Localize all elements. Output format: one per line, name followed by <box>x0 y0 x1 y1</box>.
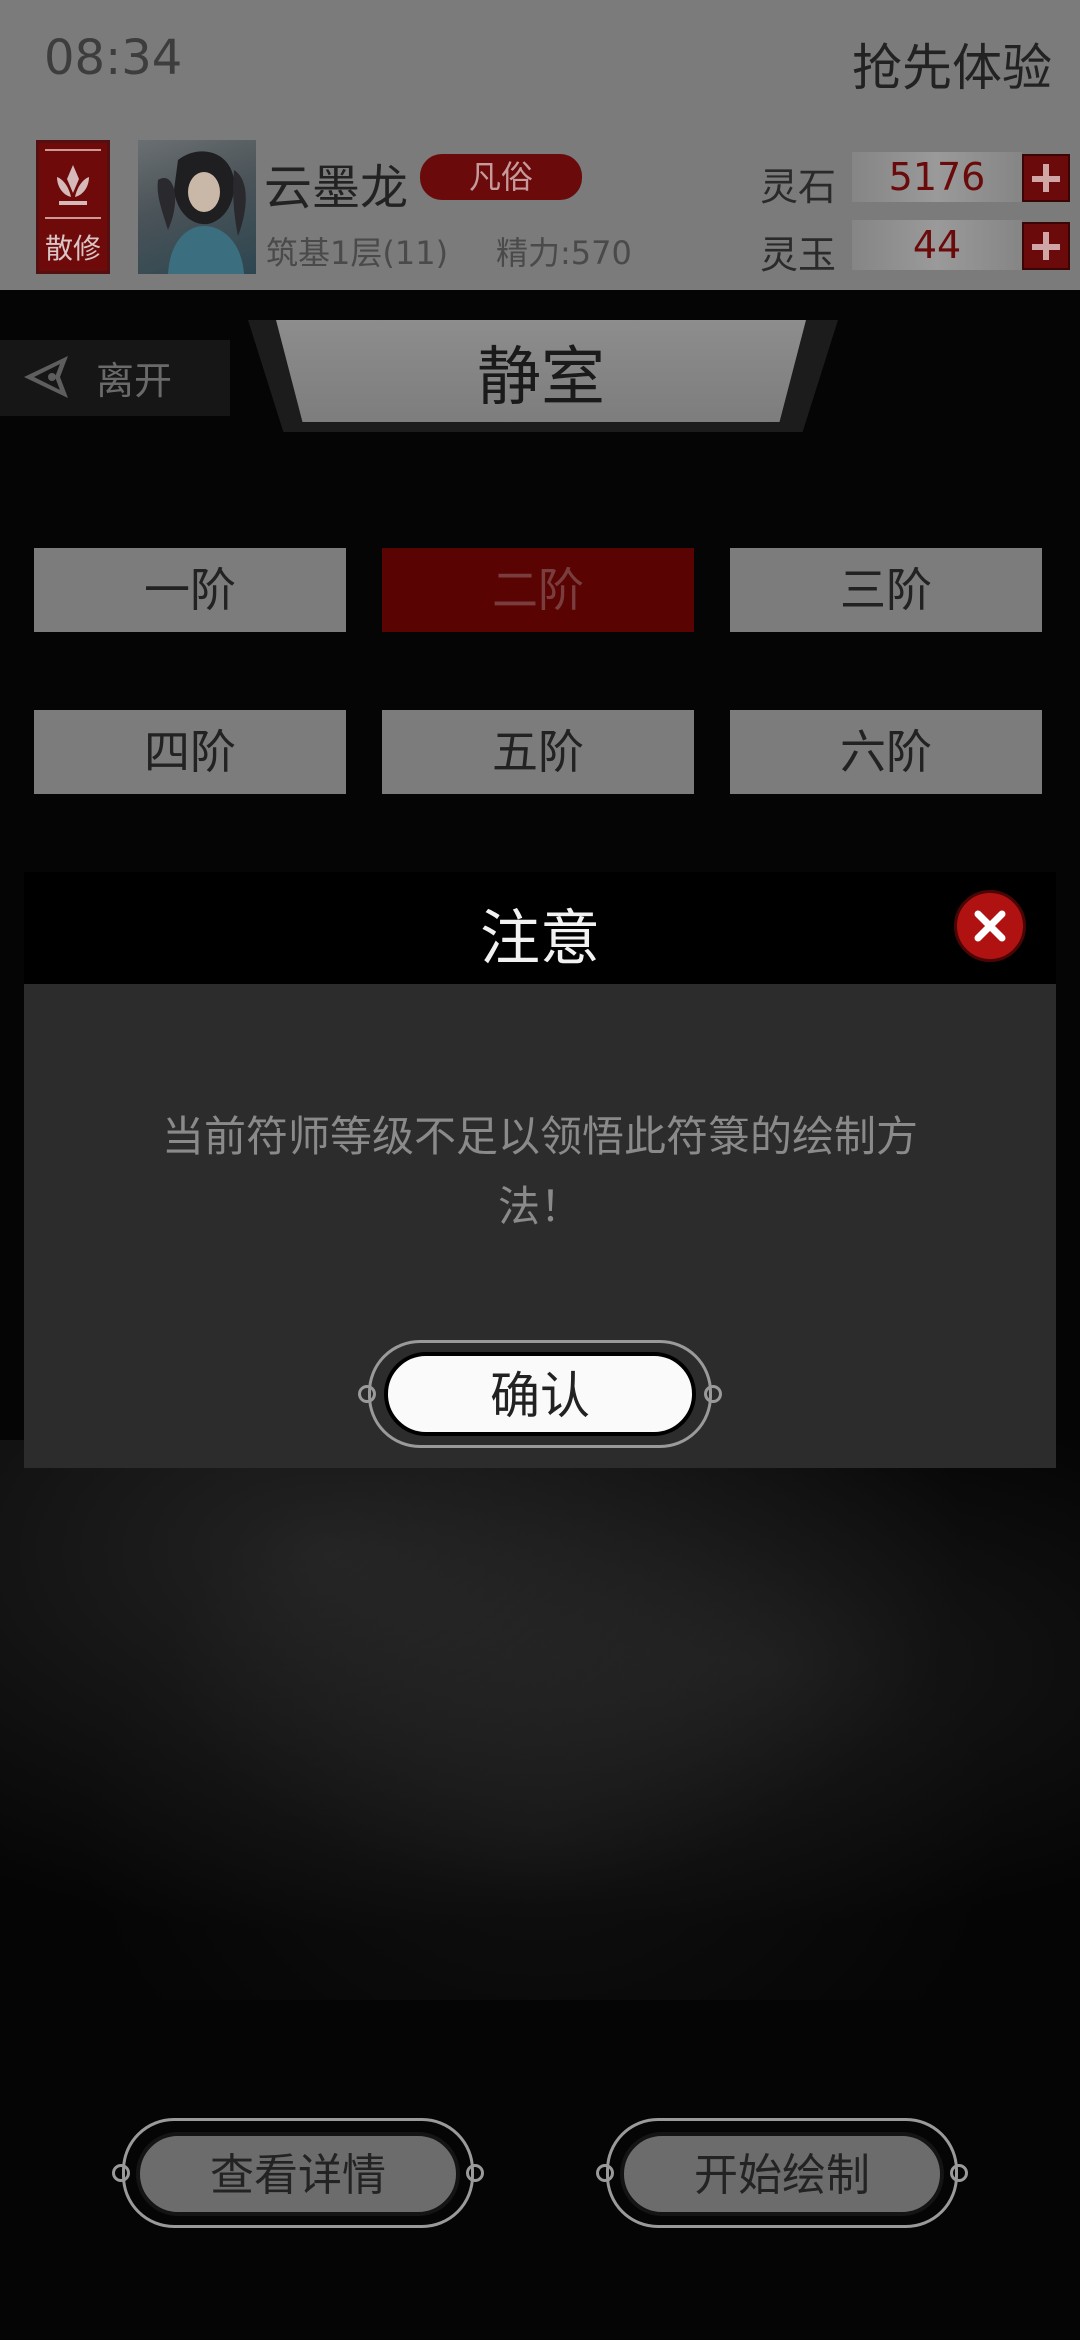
tier-6-button[interactable]: 六阶 <box>730 710 1042 794</box>
player-info-bar: 散修 云墨龙 凡俗 筑基1层(11) 精力:570 灵石 5176 灵玉 44 <box>0 130 1080 290</box>
cultivation-level: 筑基1层(11) <box>266 234 449 272</box>
start-drawing-button[interactable]: 开始绘制 <box>620 2132 944 2216</box>
leave-label[interactable]: 离开 <box>96 350 172 405</box>
title-bar: 离开 静室 <box>0 290 1080 432</box>
avatar[interactable] <box>138 140 256 274</box>
tier-5-button[interactable]: 五阶 <box>382 710 694 794</box>
player-name: 云墨龙 <box>264 160 409 216</box>
rank-badge: 凡俗 <box>420 154 582 200</box>
modal-message: 当前符师等级不足以领悟此符箓的绘制方法！ <box>161 1112 918 1231</box>
confirm-button[interactable]: 确认 <box>384 1352 696 1436</box>
close-button[interactable] <box>954 890 1026 962</box>
lotus-icon <box>57 165 89 205</box>
badge-divider <box>45 149 101 151</box>
add-spirit-stone-button[interactable] <box>1022 154 1070 202</box>
back-arrow-icon[interactable] <box>20 354 72 400</box>
tier-1-button[interactable]: 一阶 <box>34 548 346 632</box>
sect-badge[interactable]: 散修 <box>36 140 110 274</box>
status-bar: 08:34 抢先体验 <box>0 0 1080 130</box>
tier-4-button[interactable]: 四阶 <box>34 710 346 794</box>
frame-dot <box>704 1385 722 1403</box>
spirit-jade-value: 44 <box>852 220 1022 270</box>
tier-3-button[interactable]: 三阶 <box>730 548 1042 632</box>
spirit-stone-value: 5176 <box>852 152 1022 202</box>
page-title: 静室 <box>477 341 605 415</box>
frame-dot <box>466 2164 484 2182</box>
energy-value: 精力:570 <box>496 234 632 272</box>
clock: 08:34 <box>44 30 183 86</box>
badge-divider <box>45 217 101 219</box>
frame-dot <box>112 2164 130 2182</box>
add-spirit-jade-button[interactable] <box>1022 222 1070 270</box>
character-portrait <box>157 151 246 274</box>
sect-label: 散修 <box>44 232 101 265</box>
frame-dot <box>596 2164 614 2182</box>
early-access-label[interactable]: 抢先体验 <box>852 28 1052 100</box>
close-icon[interactable] <box>957 893 1023 959</box>
modal-header: 注意 <box>24 872 1056 984</box>
view-details-button[interactable]: 查看详情 <box>136 2132 460 2216</box>
spirit-stone-label: 灵石 <box>760 165 837 209</box>
frame-dot <box>358 1385 376 1403</box>
screen: 08:34 抢先体验 散修 云墨龙 凡俗 筑基1层(11) 精力:570 灵石 … <box>0 0 1080 2340</box>
tier-2-button[interactable]: 二阶 <box>382 548 694 632</box>
spirit-jade-label: 灵玉 <box>760 233 837 277</box>
background-texture <box>0 1440 1080 2000</box>
modal-title: 注意 <box>480 904 600 974</box>
frame-dot <box>950 2164 968 2182</box>
